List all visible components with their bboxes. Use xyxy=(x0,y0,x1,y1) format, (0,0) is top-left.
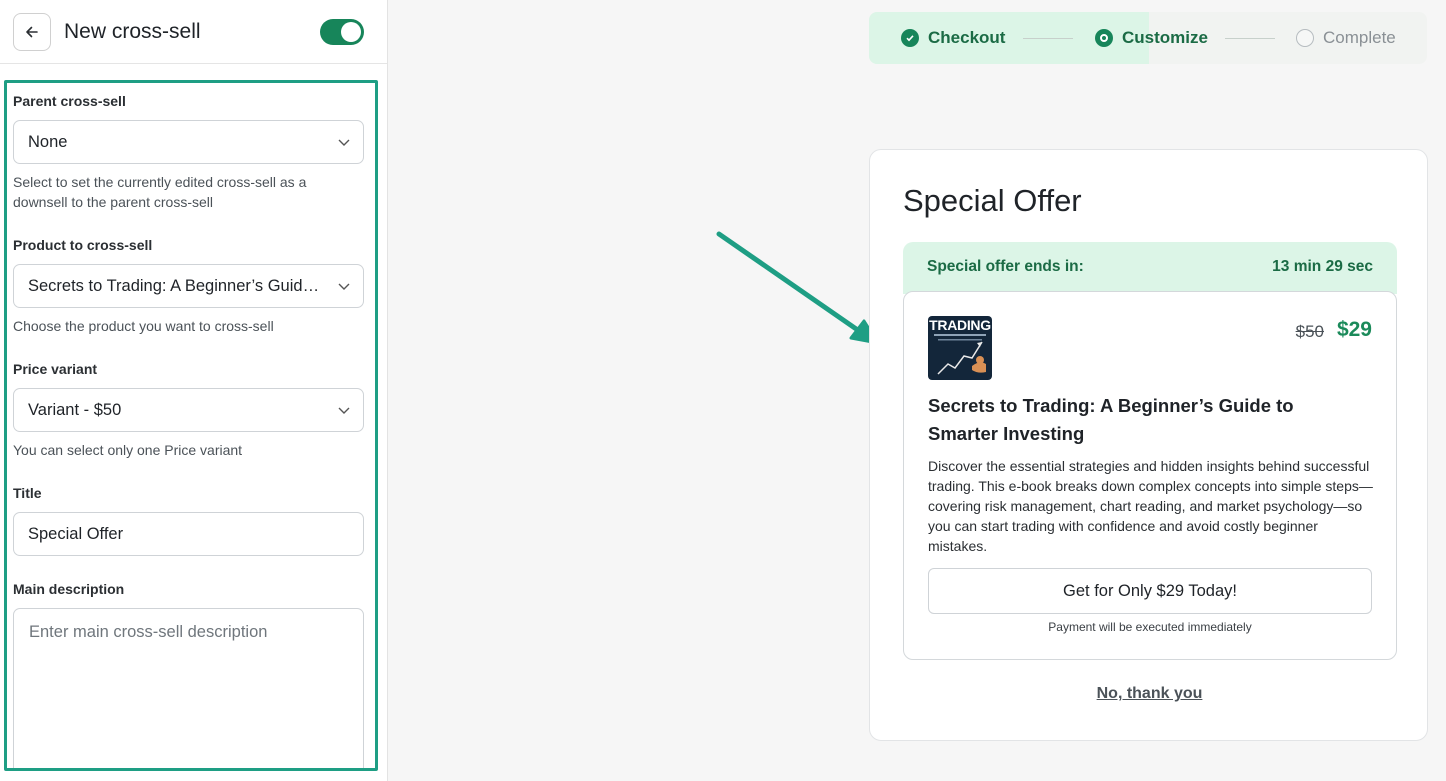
check-icon xyxy=(901,29,919,47)
price-variant-label: Price variant xyxy=(13,361,98,377)
countdown-label: Special offer ends in: xyxy=(927,258,1084,275)
main-description-label: Main description xyxy=(13,581,125,597)
step-connector xyxy=(1225,38,1275,39)
title-label: Title xyxy=(13,485,42,501)
step-checkout-label: Checkout xyxy=(928,28,1006,47)
cross-sell-form: Parent cross-sell None Select to set the… xyxy=(4,80,378,771)
offer-price: $29 xyxy=(1336,318,1372,341)
parent-cross-sell-label: Parent cross-sell xyxy=(13,93,126,109)
cross-sell-editor-panel: New cross-sell Parent cross-sell None Se… xyxy=(0,0,388,781)
step-complete-label: Complete xyxy=(1323,28,1396,47)
price-variant-value: Variant - $50 xyxy=(28,401,122,419)
step-customize-label: Customize xyxy=(1122,28,1208,47)
title-input[interactable]: Special Offer xyxy=(13,512,364,556)
cross-sell-preview-card: Special Offer Special offer ends in: 13 … xyxy=(869,149,1428,741)
buy-offer-button[interactable]: Get for Only $29 Today! xyxy=(928,568,1372,614)
product-cover-image: TRADING xyxy=(928,316,992,380)
product-offer-box: TRADING $50 $29 Secrets to Trading: A Be… xyxy=(903,291,1397,660)
step-complete: Complete xyxy=(1296,28,1396,48)
title-input-value: Special Offer xyxy=(28,525,124,543)
product-description: Discover the essential strategies and hi… xyxy=(928,458,1373,554)
parent-cross-sell-help: Select to set the currently edited cross… xyxy=(13,174,307,210)
step-connector xyxy=(1023,38,1073,39)
toggle-knob xyxy=(341,22,361,42)
product-value: Secrets to Trading: A Beginner’s Guide … xyxy=(28,277,328,295)
arrow-left-icon xyxy=(26,26,38,38)
payment-note: Payment will be executed immediately xyxy=(1048,620,1252,634)
panel-header: New cross-sell xyxy=(0,0,387,64)
price-variant-help: You can select only one Price variant xyxy=(13,442,243,458)
main-description-placeholder: Enter main cross-sell description xyxy=(29,623,268,641)
product-select[interactable]: Secrets to Trading: A Beginner’s Guide … xyxy=(13,264,364,308)
offer-title: Special Offer xyxy=(903,183,1082,218)
product-help: Choose the product you want to cross-sel… xyxy=(13,318,274,334)
original-price: $50 xyxy=(1295,322,1324,341)
step-customize: Customize xyxy=(1095,28,1208,48)
chevron-down-icon xyxy=(338,407,350,414)
checkout-stepper: Checkout Customize Complete xyxy=(869,12,1427,64)
chevron-down-icon xyxy=(338,139,350,146)
product-name: Secrets to Trading: A Beginner’s Guide t… xyxy=(928,395,1294,444)
price-variant-select[interactable]: Variant - $50 xyxy=(13,388,364,432)
decline-offer-link[interactable]: No, thank you xyxy=(870,685,1429,703)
current-step-icon xyxy=(1095,29,1113,47)
step-checkout: Checkout xyxy=(901,28,1005,48)
main-description-textarea[interactable]: Enter main cross-sell description xyxy=(13,608,364,768)
product-label: Product to cross-sell xyxy=(13,237,153,253)
pending-step-icon xyxy=(1296,29,1314,47)
countdown-value: 13 min 29 sec xyxy=(1272,258,1373,275)
parent-cross-sell-select[interactable]: None xyxy=(13,120,364,164)
countdown-banner: Special offer ends in: 13 min 29 sec xyxy=(903,242,1397,294)
active-toggle[interactable] xyxy=(320,19,364,45)
chevron-down-icon xyxy=(338,283,350,290)
parent-cross-sell-value: None xyxy=(28,133,68,151)
back-button[interactable] xyxy=(13,13,51,51)
page-title: New cross-sell xyxy=(64,20,201,43)
